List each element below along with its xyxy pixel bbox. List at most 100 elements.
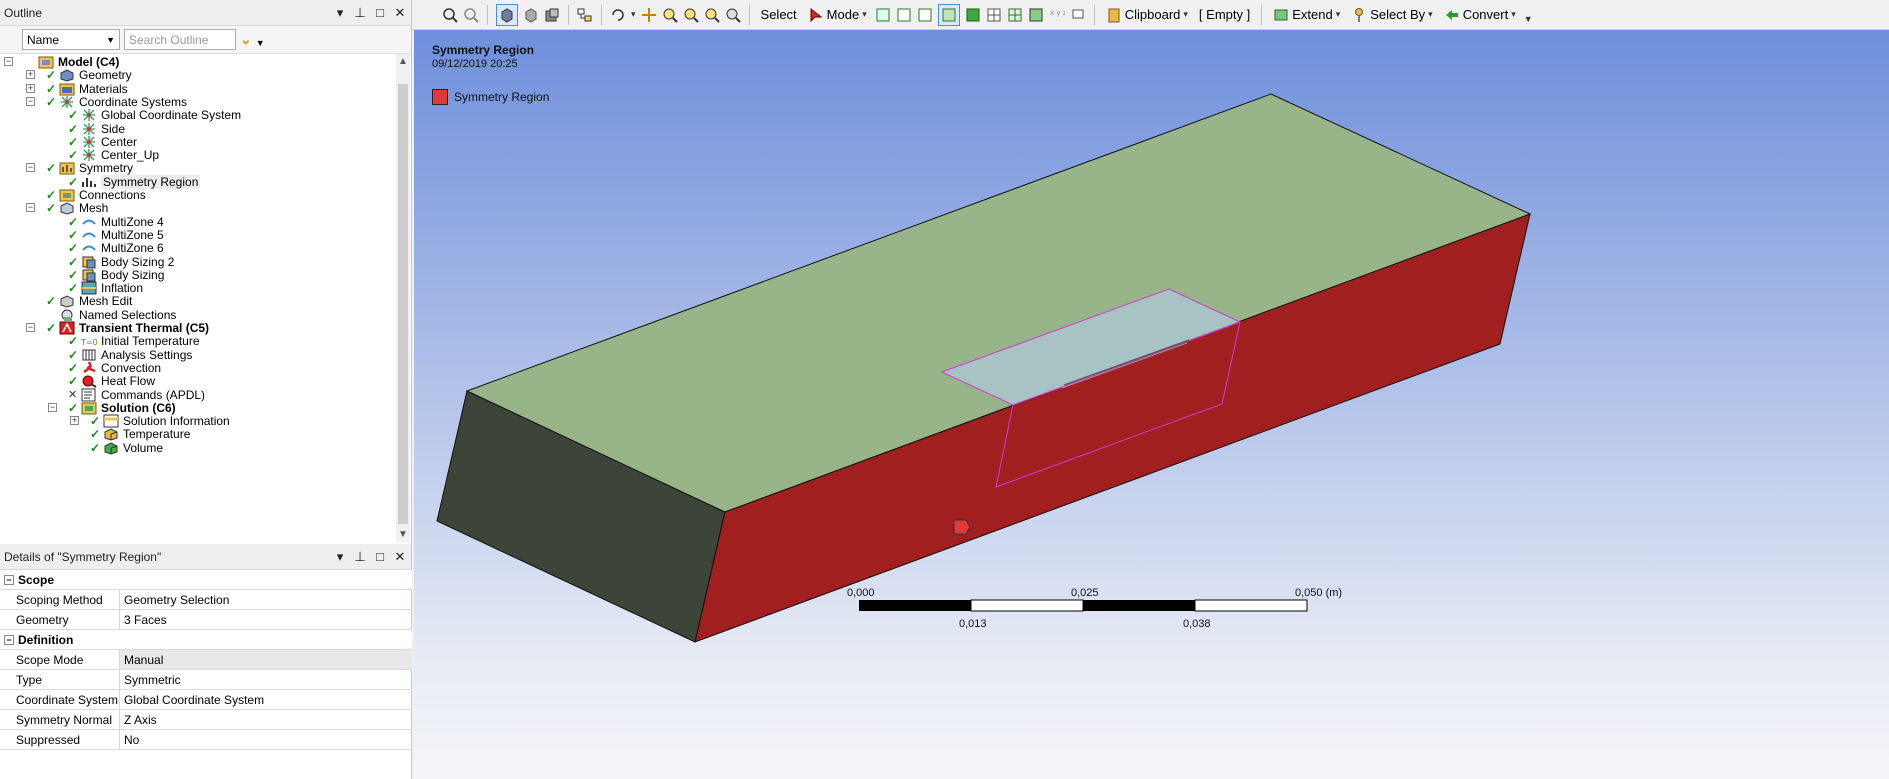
expand-icon[interactable]: + — [70, 416, 79, 426]
maximize-icon[interactable]: □ — [373, 5, 387, 21]
scroll-down-icon[interactable]: ▼ — [398, 529, 408, 540]
mode-button[interactable]: Mode ▾ — [805, 4, 870, 26]
viewport-legend: Symmetry Region — [432, 89, 549, 105]
pan-icon[interactable] — [641, 7, 657, 23]
chevron-down-icon[interactable]: ▼ — [256, 38, 265, 48]
pin-icon[interactable]: ⊥ — [353, 5, 367, 21]
coordinate-icon[interactable] — [1070, 7, 1086, 23]
details-key: Coordinate System — [12, 690, 120, 709]
cursor-icon — [808, 7, 824, 23]
details-value[interactable]: 3 Faces — [120, 610, 412, 629]
pin-icon[interactable]: ⊥ — [353, 549, 367, 565]
collapse-icon[interactable]: − — [26, 163, 35, 173]
model-scene[interactable] — [414, 30, 1889, 779]
extend-button[interactable]: Extend ▾ — [1270, 4, 1343, 26]
chevron-down-icon: ▼ — [106, 34, 115, 45]
search-outline-input[interactable]: Search Outline — [124, 29, 236, 50]
chevron-down-icon[interactable]: ▾ — [631, 9, 636, 20]
outline-header: Outline ▾ ⊥ □ ✕ — [0, 0, 411, 26]
chevron-down-icon: ▾ — [1335, 9, 1341, 19]
zoom-to-fit-icon[interactable] — [442, 7, 458, 23]
details-row[interactable]: Type Symmetric — [0, 670, 412, 690]
graphics-viewport[interactable]: Symmetry Region 09/12/2019 20:25 Symmetr… — [414, 30, 1889, 779]
select-face-active-button[interactable] — [937, 3, 960, 26]
details-table: − Scope Scoping Method Geometry Selection Ge… — [0, 570, 412, 750]
symmetry-marker-icon[interactable] — [953, 519, 971, 535]
collapse-icon[interactable]: − — [26, 203, 35, 213]
wireframe-icon[interactable] — [523, 7, 539, 23]
maximize-icon[interactable]: □ — [373, 549, 387, 565]
select-element-face-icon[interactable] — [1028, 7, 1044, 23]
convert-button[interactable]: Convert ▾ — [1441, 4, 1519, 26]
zoom-out-icon[interactable] — [463, 7, 479, 23]
details-value[interactable]: Symmetric — [120, 670, 412, 689]
collapse-icon[interactable]: − — [48, 402, 57, 412]
details-value[interactable]: Manual — [120, 650, 412, 669]
dropdown-icon[interactable]: ▾ — [333, 5, 347, 21]
magnifier-icon[interactable] — [725, 7, 741, 23]
outline-scrollbar[interactable]: ▲ ▼ — [396, 54, 410, 542]
filter-select[interactable]: Name ▼ — [22, 29, 120, 50]
scroll-up-icon[interactable]: ▲ — [398, 56, 408, 67]
box-zoom-icon[interactable] — [683, 7, 699, 23]
check-icon: ✓ — [46, 94, 57, 109]
details-value[interactable]: Global Coordinate System — [120, 690, 412, 709]
scale-label-50: 0,050 (m) — [1295, 587, 1343, 599]
select-element-icon[interactable] — [1007, 7, 1023, 23]
expand-icon[interactable]: + — [26, 83, 35, 93]
details-row[interactable]: Scope Mode Manual — [0, 650, 412, 670]
clipboard-label: Clipboard — [1124, 7, 1181, 22]
close-icon[interactable]: ✕ — [393, 5, 407, 21]
collapse-icon[interactable]: − — [26, 323, 35, 332]
expand-tree-icon[interactable]: ⌄ — [240, 31, 252, 48]
hierarchy-icon[interactable] — [577, 7, 593, 23]
details-key: Symmetry Normal — [12, 710, 120, 729]
axis-icon[interactable]: x y z — [1049, 7, 1067, 23]
collapse-icon[interactable]: − — [4, 574, 14, 585]
clipboard-button[interactable]: Clipboard ▾ — [1103, 4, 1191, 26]
select-node-icon[interactable] — [986, 7, 1002, 23]
details-key: Suppressed — [12, 730, 120, 749]
shaded-exterior-button[interactable] — [496, 3, 518, 26]
legend-label: Symmetry Region — [454, 90, 550, 104]
collapse-icon[interactable]: − — [26, 96, 35, 106]
scale-label-13: 0,013 — [959, 618, 987, 630]
details-group-label: Definition — [18, 632, 74, 647]
zoom-fit-icon[interactable] — [704, 7, 720, 23]
app-window: { "outline": { "title": "Outline", "filt… — [0, 0, 1889, 779]
select-face-icon[interactable] — [917, 7, 933, 23]
edges-icon[interactable] — [544, 7, 560, 23]
face-icon — [941, 7, 957, 23]
details-value[interactable]: No — [120, 730, 412, 749]
location-pin-icon — [1351, 7, 1367, 23]
details-row[interactable]: Geometry 3 Faces — [0, 610, 412, 630]
details-group[interactable]: − Definition — [0, 630, 412, 650]
select-by-button[interactable]: Select By ▾ — [1348, 4, 1435, 26]
chevron-down-icon: ▾ — [1183, 9, 1188, 19]
search-outline-placeholder: Search Outline — [129, 32, 209, 47]
graphics-toolbar: ▾ Select Mode ▾ x y z Clipboard ▾ [ Empt… — [412, 0, 1889, 30]
details-row[interactable]: Symmetry Normal Z Axis — [0, 710, 412, 730]
details-key: Scope Mode — [12, 650, 120, 669]
details-row[interactable]: Coordinate System Global Coordinate Syste… — [0, 690, 412, 710]
select-edge-icon[interactable] — [896, 7, 912, 23]
select-body-icon[interactable] — [965, 7, 981, 23]
scroll-thumb[interactable] — [398, 84, 408, 524]
check-icon: ✓ — [46, 201, 57, 216]
details-value[interactable]: Z Axis — [120, 710, 412, 729]
select-vertex-icon[interactable] — [875, 7, 891, 23]
toolbar-overflow-icon[interactable]: ▼ — [1524, 14, 1533, 24]
details-value[interactable]: Geometry Selection — [120, 590, 412, 609]
details-row[interactable]: Scoping Method Geometry Selection — [0, 590, 412, 610]
details-row[interactable]: Suppressed No — [0, 730, 412, 750]
details-group[interactable]: − Scope — [0, 570, 412, 590]
rotate-icon[interactable] — [610, 7, 626, 23]
collapse-icon[interactable]: − — [4, 634, 14, 645]
close-icon[interactable]: ✕ — [393, 549, 407, 565]
zoom-icon[interactable] — [662, 7, 678, 23]
details-key: Type — [12, 670, 120, 689]
collapse-icon[interactable]: − — [4, 57, 13, 66]
expand-icon[interactable]: + — [26, 70, 35, 80]
dropdown-icon[interactable]: ▾ — [333, 549, 347, 565]
tree-item[interactable]: ✓ Volume — [90, 440, 163, 456]
